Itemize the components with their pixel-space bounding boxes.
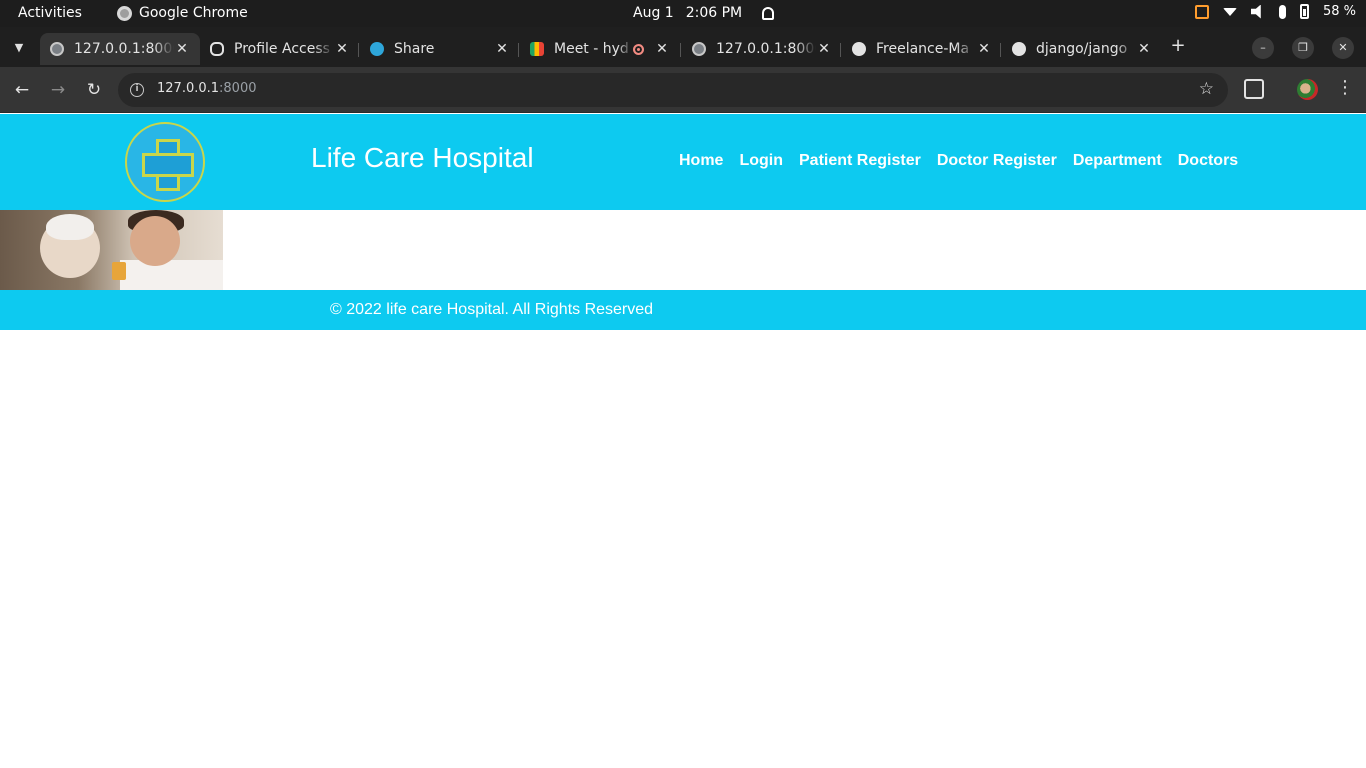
browser-toolbar: ← → ↻ i 127.0.0.1:8000 ☆ ⋮ — [0, 67, 1366, 113]
plus-icon: + — [1170, 35, 1186, 56]
nurse-uniform — [120, 260, 223, 290]
hospital-logo[interactable] — [125, 122, 205, 202]
url-host: 127.0.0.1 — [157, 81, 220, 96]
app-menu[interactable]: Google Chrome — [117, 5, 248, 21]
github-icon — [1012, 42, 1026, 56]
tab-meet[interactable]: Meet - hyd ✕ — [520, 33, 680, 65]
tab-title: Meet - hyd — [554, 41, 629, 57]
time-label: 2:06 PM — [685, 5, 743, 21]
date-label: Aug 1 — [633, 5, 674, 21]
activities-button[interactable]: Activities — [18, 5, 82, 21]
system-tray[interactable]: 58 % — [1194, 4, 1356, 19]
forward-button[interactable]: → — [46, 78, 70, 102]
tab-divider — [840, 43, 841, 57]
close-tab-icon[interactable]: ✕ — [816, 41, 832, 57]
tab-profile-access[interactable]: Profile Access ✕ — [200, 33, 360, 65]
tab-share[interactable]: Share ✕ — [360, 33, 520, 65]
close-tab-icon[interactable]: ✕ — [1136, 41, 1152, 57]
reload-button[interactable]: ↻ — [82, 78, 106, 102]
nurse-face — [130, 216, 180, 266]
main-nav: Home Login Patient Register Doctor Regis… — [679, 152, 1238, 170]
close-tab-icon[interactable]: ✕ — [334, 41, 350, 57]
bookmark-star-icon[interactable]: ☆ — [1199, 79, 1214, 99]
wifi-icon — [1222, 7, 1237, 16]
battery-percent: 58 % — [1322, 4, 1356, 19]
globe-icon — [692, 42, 706, 56]
maximize-button[interactable]: ❐ — [1292, 37, 1314, 59]
system-top-bar: Activities Google Chrome Aug 1 2:06 PM 5… — [0, 0, 1366, 27]
openai-icon — [210, 42, 224, 56]
hero-image — [0, 210, 223, 290]
chrome-icon — [117, 5, 132, 21]
tab-divider — [358, 43, 359, 57]
minimize-icon: – — [1260, 41, 1266, 54]
close-tab-icon[interactable]: ✕ — [976, 41, 992, 57]
screen-share-icon — [1194, 4, 1209, 19]
nav-home[interactable]: Home — [679, 152, 723, 170]
new-tab-button[interactable]: + — [1168, 35, 1188, 59]
tab-title: Freelance-Ma — [876, 41, 970, 57]
meet-icon — [530, 42, 544, 56]
extensions-icon[interactable] — [1244, 79, 1264, 99]
back-button[interactable]: ← — [10, 78, 34, 102]
tab-search-button[interactable]: ▼ — [6, 35, 32, 59]
telegram-icon — [370, 42, 384, 56]
tab-localhost-active[interactable]: 127.0.0.1:8000 ✕ — [40, 33, 200, 65]
recording-icon — [633, 43, 644, 55]
address-bar[interactable]: i 127.0.0.1:8000 ☆ — [118, 73, 1228, 107]
juice-glass — [112, 262, 126, 280]
tab-title: django/jango — [1036, 41, 1128, 57]
close-tab-icon[interactable]: ✕ — [654, 41, 670, 57]
arrow-right-icon: → — [50, 80, 66, 100]
close-tab-icon[interactable]: ✕ — [494, 41, 510, 57]
url-port: :8000 — [219, 81, 257, 96]
tab-divider — [1000, 43, 1001, 57]
chevron-down-icon: ▼ — [14, 40, 24, 54]
globe-icon — [50, 42, 64, 56]
url-text[interactable]: 127.0.0.1:8000 — [157, 81, 257, 96]
tab-title: 127.0.0.1:8000 — [716, 41, 816, 57]
elderly-patient-hair — [46, 214, 94, 240]
microphone-icon — [1278, 4, 1286, 19]
tab-title: Share — [394, 41, 435, 57]
tab-divider — [518, 43, 519, 57]
minimize-button[interactable]: – — [1252, 37, 1274, 59]
medical-cross-icon — [142, 139, 194, 191]
copyright-text: © 2022 life care Hospital. All Rights Re… — [330, 301, 654, 318]
restore-icon: ❐ — [1298, 41, 1308, 54]
tab-freelance[interactable]: Freelance-Ma ✕ — [842, 33, 1002, 65]
nav-doctor-register[interactable]: Doctor Register — [937, 152, 1057, 170]
site-header: Life Care Hospital Home Login Patient Re… — [0, 114, 1366, 210]
site-info-icon[interactable]: i — [130, 83, 144, 97]
notification-bell-icon — [762, 6, 775, 20]
tab-django[interactable]: django/jango ✕ — [1002, 33, 1162, 65]
nav-doctors[interactable]: Doctors — [1178, 152, 1238, 170]
tab-title: Profile Access — [234, 41, 330, 57]
tab-localhost-2[interactable]: 127.0.0.1:8000 ✕ — [682, 33, 842, 65]
tab-title: 127.0.0.1:8000 — [74, 41, 174, 57]
nav-department[interactable]: Department — [1073, 152, 1162, 170]
volume-icon — [1250, 4, 1261, 19]
reload-icon: ↻ — [86, 80, 102, 100]
close-window-button[interactable]: ✕ — [1332, 37, 1354, 59]
nav-patient-register[interactable]: Patient Register — [799, 152, 921, 170]
clock[interactable]: Aug 1 2:06 PM — [633, 5, 775, 21]
tab-divider — [680, 43, 681, 57]
nav-login[interactable]: Login — [739, 152, 783, 170]
app-name: Google Chrome — [139, 5, 248, 21]
github-icon — [852, 42, 866, 56]
close-icon: ✕ — [1338, 41, 1348, 54]
tab-strip: ▼ 127.0.0.1:8000 ✕ Profile Access ✕ Shar… — [0, 27, 1366, 67]
site-footer: © 2022 life care Hospital. All Rights Re… — [0, 290, 1366, 330]
profile-avatar[interactable] — [1297, 79, 1318, 100]
arrow-left-icon: ← — [14, 80, 30, 100]
site-title: Life Care Hospital — [311, 142, 534, 173]
battery-icon — [1299, 4, 1309, 19]
close-tab-icon[interactable]: ✕ — [174, 41, 190, 57]
more-menu-icon[interactable]: ⋮ — [1336, 77, 1354, 98]
